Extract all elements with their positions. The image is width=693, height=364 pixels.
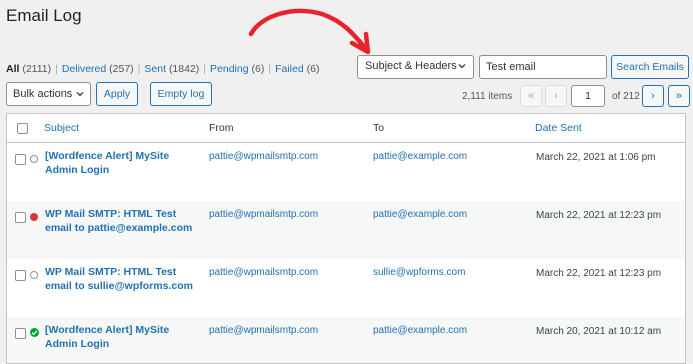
filter-all-label: All [6, 63, 20, 75]
bulk-actions-select[interactable]: Bulk actions [6, 82, 91, 106]
filter-delivered-count: (257) [109, 63, 134, 75]
items-count: 2,111 items [462, 91, 513, 102]
row-date: March 22, 2021 at 12:23 pm [536, 268, 662, 279]
table-header: Subject From To Date Sent [7, 114, 685, 143]
column-subject[interactable]: Subject [44, 122, 79, 134]
row-to[interactable]: sullie@wpforms.com [373, 267, 465, 278]
table-row: [Wordfence Alert] MySite Admin Login pat… [7, 317, 685, 363]
filter-separator: | [203, 63, 207, 75]
row-from[interactable]: pattie@wpmailsmtp.com [209, 151, 318, 162]
filter-failed-label: Failed [275, 63, 304, 75]
filter-separator: | [137, 63, 141, 75]
row-from[interactable]: pattie@wpmailsmtp.com [209, 325, 318, 336]
search-input[interactable] [479, 55, 607, 79]
total-pages: of 212 [612, 91, 640, 102]
row-to[interactable]: pattie@example.com [373, 325, 467, 336]
row-date: March 22, 2021 at 1:06 pm [536, 152, 656, 163]
filter-pending-label: Pending [210, 63, 249, 75]
column-to: To [373, 122, 385, 134]
status-filters: All (2111) | Delivered (257) | Sent (1842) | P… [6, 63, 319, 75]
table-row: WP Mail SMTP: HTML Test email to sullie@… [7, 259, 685, 317]
filter-pending-count: (6) [251, 63, 265, 75]
filter-sent[interactable]: Sent (1842) [144, 63, 199, 75]
current-page-input[interactable]: 1 [571, 85, 605, 107]
filter-failed[interactable]: Failed (6) [275, 63, 319, 75]
column-date-sent[interactable]: Date Sent [535, 122, 582, 134]
row-checkbox[interactable] [15, 270, 26, 281]
filter-all-count: (2111) [22, 63, 52, 75]
row-to[interactable]: pattie@example.com [373, 209, 467, 220]
row-date: March 22, 2021 at 12:23 pm [536, 210, 662, 221]
apply-button[interactable]: Apply [96, 82, 138, 106]
chevron-down-icon [458, 64, 466, 69]
select-all-checkbox[interactable] [17, 123, 28, 134]
filter-all[interactable]: All (2111) [6, 63, 51, 75]
row-from[interactable]: pattie@wpmailsmtp.com [209, 209, 318, 220]
column-from: From [209, 122, 234, 134]
row-subject-link[interactable]: WP Mail SMTP: HTML Test email to sullie@… [45, 265, 200, 293]
filter-sent-count: (1842) [168, 63, 200, 75]
row-checkbox[interactable] [15, 212, 26, 223]
filter-separator: | [55, 63, 58, 75]
row-checkbox[interactable] [15, 328, 26, 339]
search-field-select[interactable]: Subject & Headers [357, 55, 474, 79]
email-log-table: Subject From To Date Sent [Wordfence Ale… [6, 113, 686, 364]
bulk-actions-value: Bulk actions [13, 88, 73, 100]
search-emails-button[interactable]: Search Emails [611, 55, 689, 79]
chevron-down-icon [76, 92, 84, 97]
filter-separator: | [268, 63, 272, 75]
empty-log-button[interactable]: Empty log [150, 82, 212, 106]
filter-pending[interactable]: Pending (6) [210, 63, 264, 75]
filter-sent-label: Sent [144, 63, 167, 75]
filter-delivered[interactable]: Delivered (257) [62, 63, 134, 75]
page-title: Email Log [6, 6, 82, 25]
prev-page-button[interactable]: ‹ [545, 85, 567, 107]
row-to[interactable]: pattie@example.com [373, 151, 467, 162]
row-from[interactable]: pattie@wpmailsmtp.com [209, 267, 318, 278]
status-delivered-icon [30, 328, 39, 337]
filter-delivered-label: Delivered [61, 63, 107, 75]
status-unknown-icon [30, 271, 38, 279]
next-page-button[interactable]: › [642, 85, 664, 107]
status-unknown-icon [30, 155, 38, 163]
last-page-button[interactable]: » [668, 85, 690, 107]
table-row: [Wordfence Alert] MySite Admin Login pat… [7, 143, 685, 201]
row-subject-link[interactable]: WP Mail SMTP: HTML Test email to pattie@… [45, 207, 200, 235]
row-checkbox[interactable] [15, 154, 26, 165]
filter-failed-count: (6) [306, 63, 320, 75]
table-row: WP Mail SMTP: HTML Test email to pattie@… [7, 201, 685, 259]
status-failed-icon [30, 213, 38, 221]
row-subject-link[interactable]: [Wordfence Alert] MySite Admin Login [45, 149, 200, 177]
search-field-select-value: Subject & Headers [365, 60, 457, 72]
row-subject-link[interactable]: [Wordfence Alert] MySite Admin Login [45, 323, 200, 351]
row-date: March 20, 2021 at 10:12 am [536, 326, 662, 337]
first-page-button[interactable]: « [520, 85, 542, 107]
